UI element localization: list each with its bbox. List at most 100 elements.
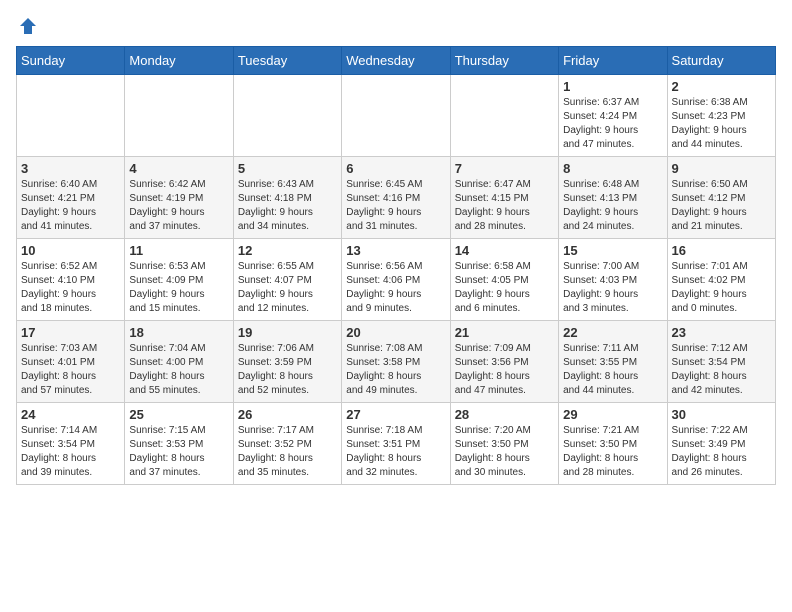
header-sunday: Sunday: [17, 47, 125, 75]
day-cell: 7 Sunrise: 6:47 AM Sunset: 4:15 PM Daylig…: [450, 157, 558, 239]
header-tuesday: Tuesday: [233, 47, 341, 75]
day-info: Sunrise: 7:04 AM Sunset: 4:00 PM Dayligh…: [129, 342, 228, 398]
day-cell: 2 Sunrise: 6:38 AM Sunset: 4:23 PM Daylig…: [667, 75, 775, 157]
day-cell: 8 Sunrise: 6:48 AM Sunset: 4:13 PM Daylig…: [559, 157, 667, 239]
day-number: 9: [672, 161, 771, 176]
header-wednesday: Wednesday: [342, 47, 450, 75]
day-number: 8: [563, 161, 662, 176]
day-info: Sunrise: 6:37 AM Sunset: 4:24 PM Dayligh…: [563, 96, 662, 152]
day-info: Sunrise: 7:14 AM Sunset: 3:54 PM Dayligh…: [21, 424, 120, 480]
day-number: 29: [563, 407, 662, 422]
day-cell: 25 Sunrise: 7:15 AM Sunset: 3:53 PM Dayli…: [125, 403, 233, 485]
day-number: 13: [346, 243, 445, 258]
day-cell: 16 Sunrise: 7:01 AM Sunset: 4:02 PM Dayli…: [667, 239, 775, 321]
day-info: Sunrise: 6:58 AM Sunset: 4:05 PM Dayligh…: [455, 260, 554, 316]
day-number: 19: [238, 325, 337, 340]
day-number: 1: [563, 79, 662, 94]
calendar: SundayMondayTuesdayWednesdayThursdayFrid…: [16, 46, 776, 485]
header-friday: Friday: [559, 47, 667, 75]
day-cell: 11 Sunrise: 6:53 AM Sunset: 4:09 PM Dayli…: [125, 239, 233, 321]
day-info: Sunrise: 7:08 AM Sunset: 3:58 PM Dayligh…: [346, 342, 445, 398]
day-cell: 28 Sunrise: 7:20 AM Sunset: 3:50 PM Dayli…: [450, 403, 558, 485]
day-cell: [17, 75, 125, 157]
day-cell: 1 Sunrise: 6:37 AM Sunset: 4:24 PM Daylig…: [559, 75, 667, 157]
day-cell: 9 Sunrise: 6:50 AM Sunset: 4:12 PM Daylig…: [667, 157, 775, 239]
day-cell: 5Sunrise: 6:43 AM Sunset: 4:18 PM Daylig…: [233, 157, 341, 239]
day-number: 4: [129, 161, 228, 176]
day-cell: 21 Sunrise: 7:09 AM Sunset: 3:56 PM Dayli…: [450, 321, 558, 403]
day-info: Sunrise: 6:47 AM Sunset: 4:15 PM Dayligh…: [455, 178, 554, 234]
day-info: Sunrise: 7:18 AM Sunset: 3:51 PM Dayligh…: [346, 424, 445, 480]
day-number: 10: [21, 243, 120, 258]
day-info: Sunrise: 6:55 AM Sunset: 4:07 PM Dayligh…: [238, 260, 337, 316]
day-cell: 18 Sunrise: 7:04 AM Sunset: 4:00 PM Dayli…: [125, 321, 233, 403]
header-saturday: Saturday: [667, 47, 775, 75]
day-number: 2: [672, 79, 771, 94]
day-number: 15: [563, 243, 662, 258]
day-number: 14: [455, 243, 554, 258]
day-number: 21: [455, 325, 554, 340]
day-number: 30: [672, 407, 771, 422]
day-cell: 22Sunrise: 7:11 AM Sunset: 3:55 PM Dayli…: [559, 321, 667, 403]
day-number: 20: [346, 325, 445, 340]
day-number: 25: [129, 407, 228, 422]
day-number: 18: [129, 325, 228, 340]
day-number: 11: [129, 243, 228, 258]
day-cell: 19 Sunrise: 7:06 AM Sunset: 3:59 PM Dayli…: [233, 321, 341, 403]
day-number: 16: [672, 243, 771, 258]
day-cell: 26 Sunrise: 7:17 AM Sunset: 3:52 PM Dayli…: [233, 403, 341, 485]
day-info: Sunrise: 6:38 AM Sunset: 4:23 PM Dayligh…: [672, 96, 771, 152]
day-cell: 27Sunrise: 7:18 AM Sunset: 3:51 PM Dayli…: [342, 403, 450, 485]
header: [16, 16, 776, 36]
day-number: 6: [346, 161, 445, 176]
day-cell: 4 Sunrise: 6:42 AM Sunset: 4:19 PM Daylig…: [125, 157, 233, 239]
day-number: 23: [672, 325, 771, 340]
day-info: Sunrise: 7:09 AM Sunset: 3:56 PM Dayligh…: [455, 342, 554, 398]
day-cell: 12Sunrise: 6:55 AM Sunset: 4:07 PM Dayli…: [233, 239, 341, 321]
day-number: 5: [238, 161, 337, 176]
day-info: Sunrise: 7:15 AM Sunset: 3:53 PM Dayligh…: [129, 424, 228, 480]
day-info: Sunrise: 7:06 AM Sunset: 3:59 PM Dayligh…: [238, 342, 337, 398]
day-number: 17: [21, 325, 120, 340]
day-info: Sunrise: 7:17 AM Sunset: 3:52 PM Dayligh…: [238, 424, 337, 480]
week-row-3: 17 Sunrise: 7:03 AM Sunset: 4:01 PM Dayli…: [17, 321, 776, 403]
day-cell: 20 Sunrise: 7:08 AM Sunset: 3:58 PM Dayli…: [342, 321, 450, 403]
logo-icon: [18, 16, 38, 36]
day-info: Sunrise: 6:42 AM Sunset: 4:19 PM Dayligh…: [129, 178, 228, 234]
day-cell: 17 Sunrise: 7:03 AM Sunset: 4:01 PM Dayli…: [17, 321, 125, 403]
day-cell: 23 Sunrise: 7:12 AM Sunset: 3:54 PM Dayli…: [667, 321, 775, 403]
day-cell: 13 Sunrise: 6:56 AM Sunset: 4:06 PM Dayli…: [342, 239, 450, 321]
day-info: Sunrise: 6:50 AM Sunset: 4:12 PM Dayligh…: [672, 178, 771, 234]
day-number: 26: [238, 407, 337, 422]
day-info: Sunrise: 6:48 AM Sunset: 4:13 PM Dayligh…: [563, 178, 662, 234]
day-cell: 15 Sunrise: 7:00 AM Sunset: 4:03 PM Dayli…: [559, 239, 667, 321]
day-info: Sunrise: 6:53 AM Sunset: 4:09 PM Dayligh…: [129, 260, 228, 316]
day-cell: 24 Sunrise: 7:14 AM Sunset: 3:54 PM Dayli…: [17, 403, 125, 485]
day-cell: [342, 75, 450, 157]
day-info: Sunrise: 7:12 AM Sunset: 3:54 PM Dayligh…: [672, 342, 771, 398]
day-cell: [125, 75, 233, 157]
day-cell: 29 Sunrise: 7:21 AM Sunset: 3:50 PM Dayli…: [559, 403, 667, 485]
day-info: Sunrise: 7:01 AM Sunset: 4:02 PM Dayligh…: [672, 260, 771, 316]
header-monday: Monday: [125, 47, 233, 75]
day-info: Sunrise: 7:00 AM Sunset: 4:03 PM Dayligh…: [563, 260, 662, 316]
week-row-0: 1 Sunrise: 6:37 AM Sunset: 4:24 PM Daylig…: [17, 75, 776, 157]
day-info: Sunrise: 6:56 AM Sunset: 4:06 PM Dayligh…: [346, 260, 445, 316]
week-row-1: 3Sunrise: 6:40 AM Sunset: 4:21 PM Daylig…: [17, 157, 776, 239]
header-thursday: Thursday: [450, 47, 558, 75]
day-cell: 30Sunrise: 7:22 AM Sunset: 3:49 PM Dayli…: [667, 403, 775, 485]
day-cell: 3Sunrise: 6:40 AM Sunset: 4:21 PM Daylig…: [17, 157, 125, 239]
day-info: Sunrise: 7:11 AM Sunset: 3:55 PM Dayligh…: [563, 342, 662, 398]
day-cell: [450, 75, 558, 157]
logo: [16, 16, 38, 36]
day-cell: [233, 75, 341, 157]
week-row-2: 10Sunrise: 6:52 AM Sunset: 4:10 PM Dayli…: [17, 239, 776, 321]
day-info: Sunrise: 7:20 AM Sunset: 3:50 PM Dayligh…: [455, 424, 554, 480]
day-info: Sunrise: 6:40 AM Sunset: 4:21 PM Dayligh…: [21, 178, 120, 234]
day-number: 28: [455, 407, 554, 422]
day-number: 7: [455, 161, 554, 176]
day-info: Sunrise: 7:03 AM Sunset: 4:01 PM Dayligh…: [21, 342, 120, 398]
day-number: 24: [21, 407, 120, 422]
calendar-header-row: SundayMondayTuesdayWednesdayThursdayFrid…: [17, 47, 776, 75]
day-info: Sunrise: 7:21 AM Sunset: 3:50 PM Dayligh…: [563, 424, 662, 480]
